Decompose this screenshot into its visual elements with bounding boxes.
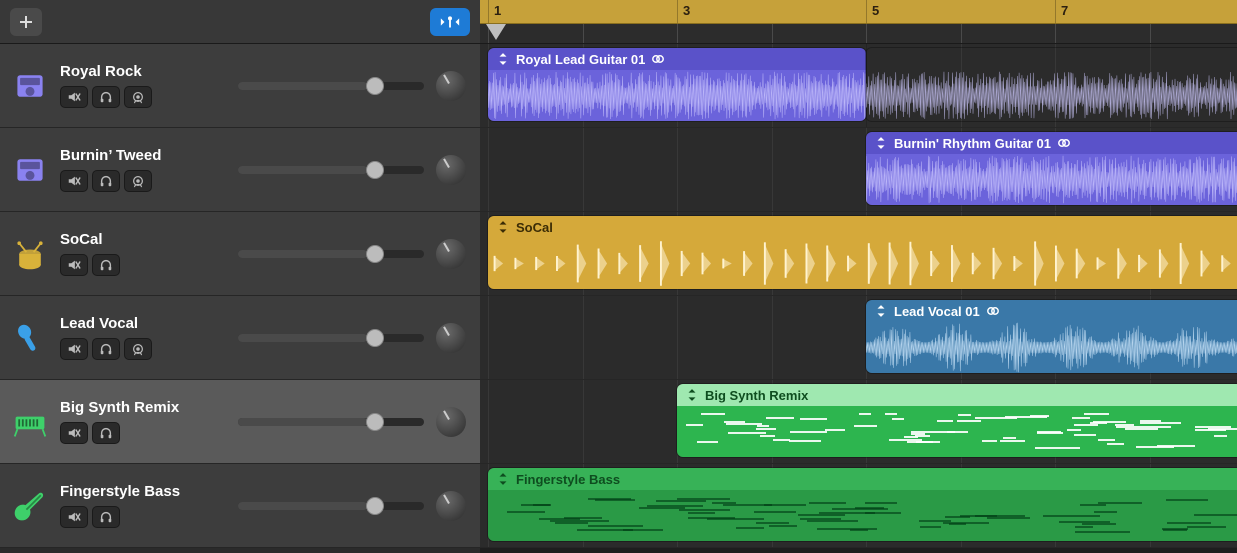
volume-slider[interactable] bbox=[238, 418, 424, 426]
headphones-button[interactable] bbox=[92, 338, 120, 360]
input-button[interactable] bbox=[124, 338, 152, 360]
pan-knob[interactable] bbox=[436, 239, 466, 269]
add-track-button[interactable] bbox=[10, 8, 42, 36]
region-label: SoCal bbox=[516, 220, 553, 235]
mute-button[interactable] bbox=[60, 254, 88, 276]
loop-icon bbox=[986, 304, 1000, 318]
region-label: Fingerstyle Bass bbox=[516, 472, 620, 487]
pan-knob[interactable] bbox=[436, 71, 466, 101]
volume-slider[interactable] bbox=[238, 166, 424, 174]
headphones-button[interactable] bbox=[92, 170, 120, 192]
track-row[interactable]: Lead Vocal bbox=[0, 296, 480, 380]
volume-slider[interactable] bbox=[238, 334, 424, 342]
bar-tick: 3 bbox=[677, 0, 690, 23]
catch-icon bbox=[439, 14, 461, 30]
track-name: SoCal bbox=[60, 231, 230, 248]
pan-knob[interactable] bbox=[436, 407, 466, 437]
lane[interactable]: Big Synth Remix bbox=[480, 380, 1237, 464]
pan-knob[interactable] bbox=[436, 323, 466, 353]
headphones-button[interactable] bbox=[92, 254, 120, 276]
mute-button[interactable] bbox=[60, 506, 88, 528]
bass-icon bbox=[0, 488, 60, 524]
track-row[interactable]: Royal Rock bbox=[0, 44, 480, 128]
track-name: Fingerstyle Bass bbox=[60, 483, 230, 500]
synth-icon bbox=[0, 404, 60, 440]
pan-knob[interactable] bbox=[436, 155, 466, 185]
catch-playhead-button[interactable] bbox=[430, 8, 470, 36]
mute-button[interactable] bbox=[60, 170, 88, 192]
drums-icon bbox=[0, 236, 60, 272]
updown-icon bbox=[496, 52, 510, 66]
region-label: Royal Lead Guitar 01 bbox=[516, 52, 645, 67]
volume-slider[interactable] bbox=[238, 502, 424, 510]
tracks-panel: Royal Rock Burnin’ Tweed SoCal bbox=[0, 0, 480, 553]
updown-icon bbox=[874, 136, 888, 150]
lane[interactable]: SoCal bbox=[480, 212, 1237, 296]
region[interactable]: Big Synth Remix bbox=[677, 384, 1237, 457]
region[interactable]: Burnin' Rhythm Guitar 01 bbox=[866, 132, 1237, 205]
lane[interactable]: Royal Lead Guitar 01 bbox=[480, 44, 1237, 128]
amp-icon bbox=[0, 68, 60, 104]
updown-icon bbox=[685, 388, 699, 402]
mic-icon bbox=[0, 320, 60, 356]
input-button[interactable] bbox=[124, 86, 152, 108]
region[interactable] bbox=[866, 48, 1237, 121]
updown-icon bbox=[874, 304, 888, 318]
arrangement-lanes: Royal Lead Guitar 01 Burnin' Rhythm Guit… bbox=[480, 44, 1237, 553]
track-name: Big Synth Remix bbox=[60, 399, 230, 416]
input-button[interactable] bbox=[124, 170, 152, 192]
playhead[interactable] bbox=[486, 24, 506, 40]
beat-ruler[interactable] bbox=[480, 24, 1237, 44]
plus-icon bbox=[18, 14, 34, 30]
headphones-button[interactable] bbox=[92, 422, 120, 444]
bar-ruler[interactable]: 1 3 5 7 bbox=[480, 0, 1237, 24]
loop-icon bbox=[1057, 136, 1071, 150]
track-row[interactable]: SoCal bbox=[0, 212, 480, 296]
headphones-button[interactable] bbox=[92, 506, 120, 528]
volume-slider[interactable] bbox=[238, 250, 424, 258]
region[interactable]: SoCal bbox=[488, 216, 1237, 289]
volume-slider[interactable] bbox=[238, 82, 424, 90]
track-row[interactable]: Fingerstyle Bass bbox=[0, 464, 480, 548]
timeline[interactable]: 1 3 5 7 Royal Lead Guitar 01 Burnin' Rhythm… bbox=[480, 0, 1237, 553]
bar-tick: 5 bbox=[866, 0, 879, 23]
mute-button[interactable] bbox=[60, 86, 88, 108]
track-name: Burnin’ Tweed bbox=[60, 147, 230, 164]
region-label: Big Synth Remix bbox=[705, 388, 808, 403]
bar-tick: 1 bbox=[488, 0, 501, 23]
track-name: Royal Rock bbox=[60, 63, 230, 80]
mute-button[interactable] bbox=[60, 422, 88, 444]
track-name: Lead Vocal bbox=[60, 315, 230, 332]
region[interactable]: Fingerstyle Bass bbox=[488, 468, 1237, 541]
region-label: Lead Vocal 01 bbox=[894, 304, 980, 319]
lane[interactable]: Lead Vocal 01 bbox=[480, 296, 1237, 380]
loop-icon bbox=[651, 52, 665, 66]
track-row[interactable]: Big Synth Remix bbox=[0, 380, 480, 464]
mute-button[interactable] bbox=[60, 338, 88, 360]
bar-tick: 7 bbox=[1055, 0, 1068, 23]
headphones-button[interactable] bbox=[92, 86, 120, 108]
lane[interactable]: Fingerstyle Bass bbox=[480, 464, 1237, 548]
updown-icon bbox=[496, 472, 510, 486]
region[interactable]: Royal Lead Guitar 01 bbox=[488, 48, 866, 121]
updown-icon bbox=[496, 220, 510, 234]
region[interactable]: Lead Vocal 01 bbox=[866, 300, 1237, 373]
pan-knob[interactable] bbox=[436, 491, 466, 521]
amp-icon bbox=[0, 152, 60, 188]
track-row[interactable]: Burnin’ Tweed bbox=[0, 128, 480, 212]
tracks-toolbar bbox=[0, 0, 480, 44]
region-label: Burnin' Rhythm Guitar 01 bbox=[894, 136, 1051, 151]
lane[interactable]: Burnin' Rhythm Guitar 01 bbox=[480, 128, 1237, 212]
